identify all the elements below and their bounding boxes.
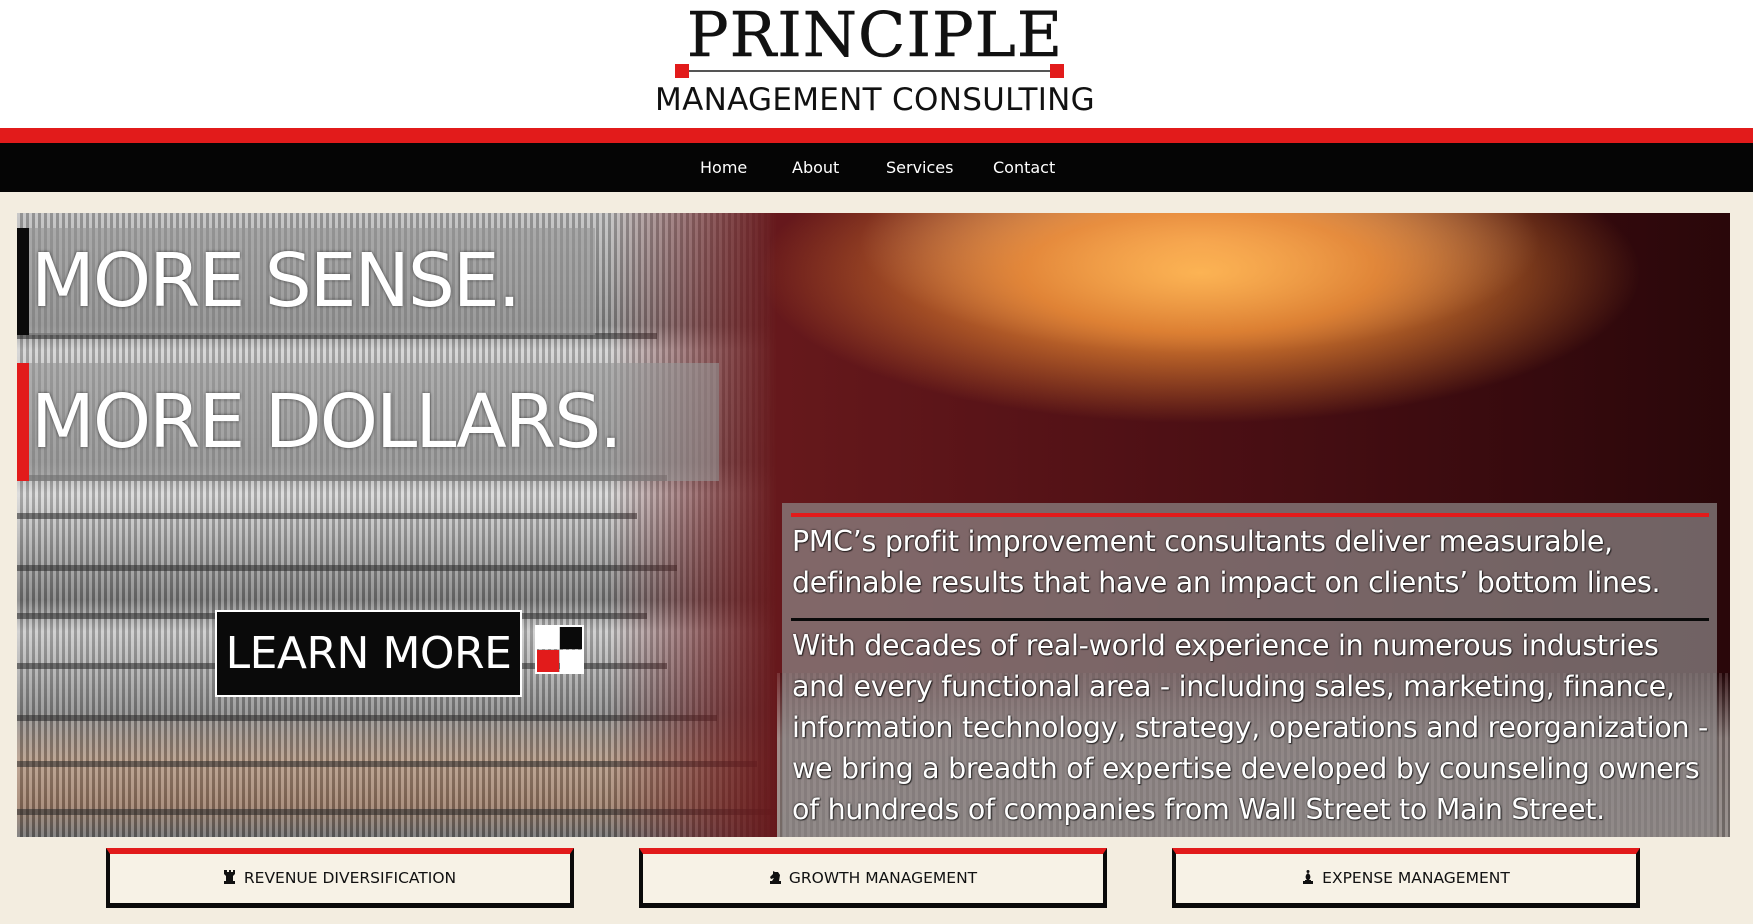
revenue-diversification-label: REVENUE DIVERSIFICATION (243, 869, 457, 887)
nav-item-about[interactable]: About (792, 143, 839, 192)
nav-item-services[interactable]: Services (886, 143, 953, 192)
logo-wordmark: PRINCIPLE (686, 0, 1064, 71)
hero-headline-1: MORE SENSE. (17, 228, 595, 335)
chess-knight-icon (769, 871, 781, 884)
chess-bishop-icon (1303, 870, 1314, 884)
logo-subtitle: MANAGEMENT CONSULTING (655, 82, 1095, 118)
hero-experience-paragraph: With decades of real-world experience in… (792, 629, 1709, 826)
site-header: PRINCIPLE MANAGEMENT CONSULTING (0, 0, 1753, 128)
growth-management-label: GROWTH MANAGEMENT (788, 869, 978, 887)
hero-headline-2: MORE DOLLARS. (17, 363, 719, 481)
info-red-divider (791, 513, 1709, 517)
main-nav: Home About Services Contact (0, 143, 1753, 192)
logo-red-square-left (675, 64, 689, 78)
header-accent-bar (0, 128, 1753, 143)
growth-management-button[interactable]: GROWTH MANAGEMENT (639, 848, 1107, 908)
revenue-diversification-button[interactable]: REVENUE DIVERSIFICATION (106, 848, 574, 908)
chess-rook-icon (223, 870, 235, 884)
logo-divider (682, 70, 1060, 72)
nav-item-contact[interactable]: Contact (993, 143, 1055, 192)
nav-item-home[interactable]: Home (700, 143, 747, 192)
checker-icon[interactable] (535, 625, 584, 674)
hero-banner: MORE SENSE. MORE DOLLARS. LEARN MORE PMC… (17, 213, 1730, 837)
hero-info-panel: PMC’s profit improvement consultants del… (782, 503, 1717, 837)
logo-red-square-right (1050, 64, 1064, 78)
expense-management-button[interactable]: EXPENSE MANAGEMENT (1172, 848, 1640, 908)
hero-intro-paragraph: PMC’s profit improvement consultants del… (792, 525, 1661, 599)
info-black-divider (791, 618, 1709, 621)
learn-more-button[interactable]: LEARN MORE (215, 610, 522, 697)
logo[interactable]: PRINCIPLE MANAGEMENT CONSULTING (0, 0, 1753, 128)
expense-management-label: EXPENSE MANAGEMENT (1322, 869, 1510, 887)
